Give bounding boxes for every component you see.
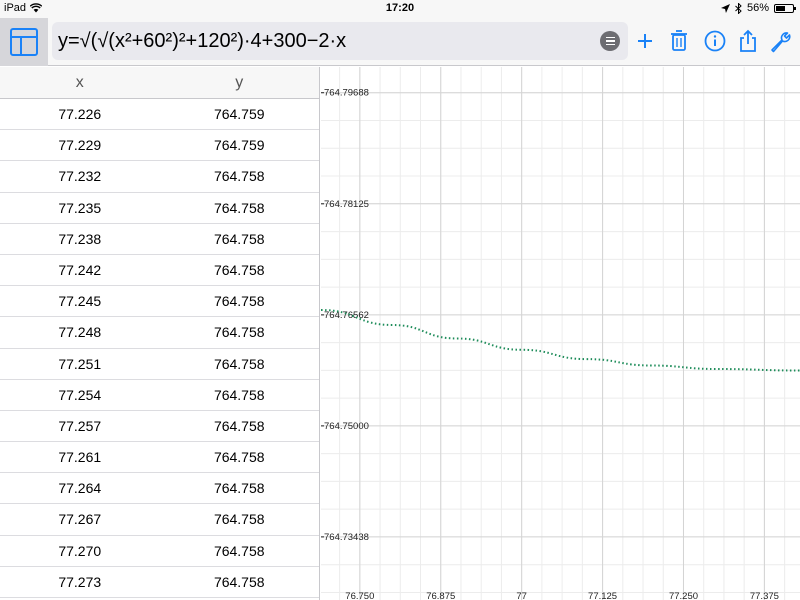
location-arrow-icon: [720, 3, 730, 13]
x-tick-label: 77: [516, 591, 527, 600]
x-tick-label: 76.750: [345, 591, 374, 600]
table-cell-y: 764.758: [213, 511, 265, 528]
status-time: 17:20: [385, 2, 415, 14]
table-cell-y: 764.758: [213, 324, 265, 341]
table-cell-y: 764.758: [213, 480, 265, 497]
table-row[interactable]: 77.264 764.758: [0, 473, 319, 505]
table-row[interactable]: 77.229 764.759: [0, 130, 319, 162]
table-row[interactable]: 77.267 764.758: [0, 504, 319, 536]
table-row[interactable]: 77.226 764.759: [0, 99, 319, 131]
y-tick-label: 764.75000: [324, 421, 369, 432]
table-cell-y: 764.758: [213, 293, 265, 310]
x-tick-label: 77.250: [669, 591, 698, 600]
series-line: [321, 309, 800, 372]
table-cell-y: 764.759: [213, 137, 265, 154]
table-toggle-button[interactable]: [0, 18, 48, 66]
battery-fill: [776, 5, 785, 11]
grid: [321, 67, 800, 600]
table-cell-y: 764.758: [213, 355, 265, 372]
table-row[interactable]: 77.235 764.758: [0, 193, 319, 224]
table-row[interactable]: 77.257 764.758: [0, 411, 319, 443]
table-row[interactable]: 77.232 764.758: [0, 161, 319, 193]
info-icon[interactable]: [702, 28, 728, 54]
table-row[interactable]: 77.270 764.758: [0, 536, 319, 567]
column-header-x: x: [75, 74, 84, 91]
table-cell-x: 77.254: [58, 386, 102, 403]
x-tick-label: 77.375: [750, 591, 779, 600]
table-cell-x: 77.245: [58, 293, 102, 310]
table-cell-y: 764.758: [213, 168, 265, 185]
table-cell-x: 77.232: [58, 168, 102, 185]
bluetooth-icon: [735, 2, 742, 14]
table-cell-x: 77.261: [58, 449, 102, 466]
table-cell-y: 764.758: [213, 542, 265, 559]
table-cell-x: 77.242: [58, 261, 102, 278]
battery-icon: [774, 3, 796, 13]
table-cell-y: 764.758: [213, 417, 265, 434]
add-icon[interactable]: [632, 28, 658, 54]
table-row[interactable]: 77.273 764.758: [0, 567, 319, 598]
formula-text[interactable]: y=√(√(x²+60²)²+120²)·4+300−2·x: [58, 30, 346, 53]
table-row[interactable]: 77.245 764.758: [0, 286, 319, 318]
table-row[interactable]: 77.248 764.758: [0, 317, 319, 349]
table-row[interactable]: 77.242 764.758: [0, 255, 319, 287]
wrench-icon[interactable]: [768, 28, 794, 54]
y-tick-label: 764.78125: [324, 199, 369, 210]
table-toggle-icon: [10, 28, 38, 56]
table-cell-y: 764.758: [213, 261, 265, 278]
x-tick-label: 76.875: [426, 591, 455, 600]
table-header: x y: [0, 67, 319, 99]
table-cell-x: 77.264: [58, 480, 102, 497]
table-cell-x: 77.267: [58, 511, 102, 528]
menu-icon[interactable]: [600, 31, 620, 51]
trash-icon[interactable]: [666, 28, 692, 54]
table-row[interactable]: 77.261 764.758: [0, 442, 319, 474]
table-cell-y: 764.758: [213, 230, 265, 247]
table-cell-y: 764.758: [213, 199, 265, 216]
x-tick-label: 77.125: [588, 591, 617, 600]
table-cell-x: 77.226: [58, 106, 102, 122]
toolbar: y=√(√(x²+60²)²+120²)·4+300−2·x: [0, 18, 800, 66]
table-cell-x: 77.251: [58, 355, 102, 372]
battery-percent: 56%: [746, 2, 769, 14]
column-header-y: y: [235, 74, 244, 91]
y-tick-labels: 764.79688 764.78125 764.76562 764.75000 764.…: [321, 88, 369, 543]
table-row[interactable]: 77.238 764.758: [0, 224, 319, 255]
table-cell-y: 764.759: [213, 106, 265, 122]
value-table: x y 77.226 764.759 77.229 764.759 77.232 764.…: [0, 67, 320, 600]
table-cell-y: 764.758: [213, 386, 265, 403]
y-tick-label: 764.73438: [324, 532, 369, 543]
table-cell-x: 77.257: [58, 417, 102, 434]
table-cell-y: 764.758: [213, 573, 265, 590]
table-cell-x: 77.270: [58, 542, 102, 559]
table-cell-x: 77.248: [58, 324, 102, 341]
table-body[interactable]: 77.226 764.759 77.229 764.759 77.232 764.758 7…: [0, 99, 319, 598]
table-row[interactable]: 77.251 764.758: [0, 349, 319, 380]
status-bar: iPad 17:20 56%: [0, 0, 800, 18]
table-cell-x: 77.238: [58, 230, 102, 247]
table-cell-y: 764.758: [213, 449, 265, 466]
table-cell-x: 77.273: [58, 573, 102, 590]
table-cell-x: 77.229: [58, 137, 102, 154]
graph-plot[interactable]: 764.79688 764.78125 764.76562 764.75000 764.…: [321, 67, 800, 600]
share-icon[interactable]: [735, 28, 761, 54]
y-tick-label: 764.79688: [324, 88, 369, 99]
table-row[interactable]: 77.254 764.758: [0, 380, 319, 411]
table-cell-x: 77.235: [58, 199, 102, 216]
formula-field[interactable]: y=√(√(x²+60²)²+120²)·4+300−2·x: [52, 22, 628, 60]
y-tick-label: 764.76562: [324, 310, 369, 321]
